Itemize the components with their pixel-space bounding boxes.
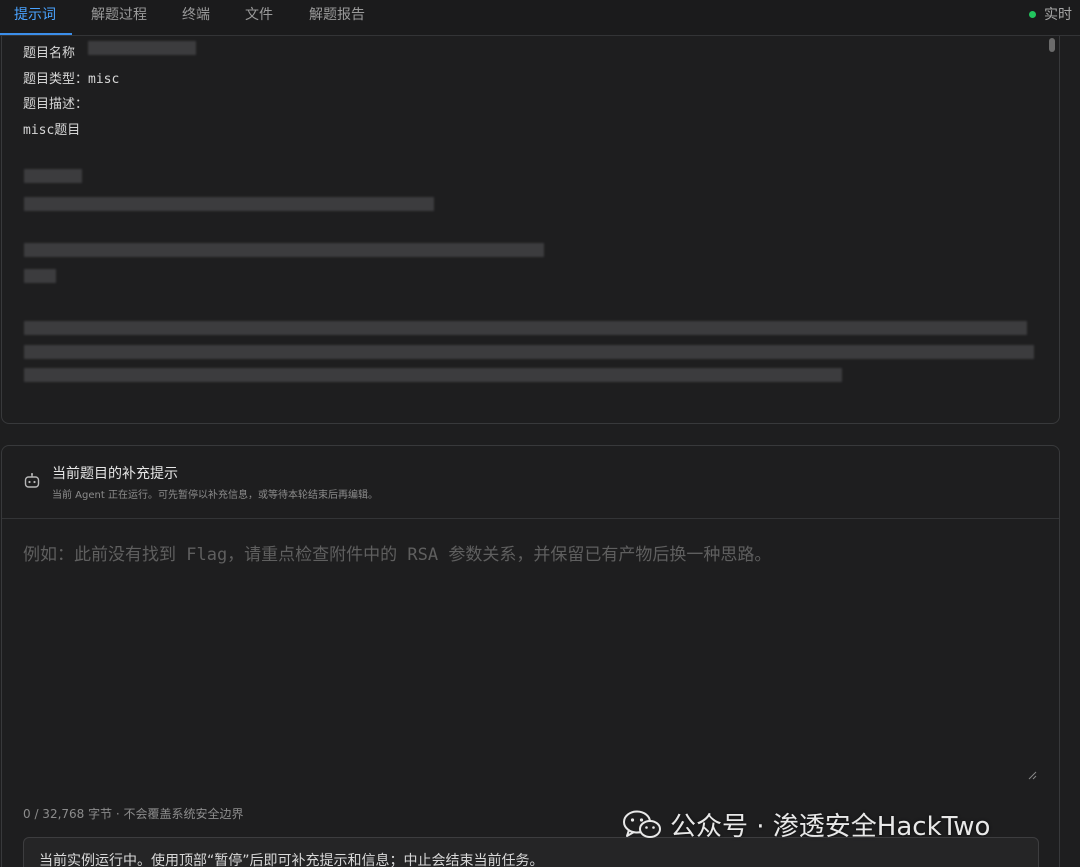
prompt-panel: 题目名称 题目类型：misc 题目描述： misc题目 xyxy=(1,36,1060,424)
tab-terminal[interactable]: 终端 xyxy=(182,4,210,24)
redacted-block xyxy=(24,243,544,257)
watermark: 公众号 · 渗透安全HackTwo xyxy=(622,806,990,843)
live-status-label: 实时 xyxy=(1044,7,1072,23)
live-status-dot xyxy=(1029,10,1036,18)
prompt-scrollbar[interactable] xyxy=(1049,38,1055,52)
prompt-line-desc: 题目描述： xyxy=(23,97,89,112)
active-tab-indicator xyxy=(0,33,72,35)
redacted-block xyxy=(24,321,1027,335)
redacted-block xyxy=(24,169,82,183)
redacted-block xyxy=(24,368,842,382)
wechat-icon xyxy=(623,810,661,838)
prompt-line-type: 题目类型：misc xyxy=(23,72,120,87)
prompt-line-name: 题目名称 xyxy=(23,46,76,61)
tab-bar: 提示词 解题过程 终端 文件 解题报告 实时 xyxy=(0,0,1080,36)
redacted-block xyxy=(24,345,1034,359)
live-status: 实时 xyxy=(1029,4,1072,24)
supplement-subtitle: 当前 Agent 正在运行。可先暂停以补充信息，或等待本轮结束后再编辑。 xyxy=(52,490,378,501)
tab-report[interactable]: 解题报告 xyxy=(309,4,365,24)
resize-handle-icon[interactable] xyxy=(1027,770,1037,780)
robot-icon xyxy=(24,473,40,488)
supplement-title: 当前题目的补充提示 xyxy=(52,466,178,482)
running-notice-text: 当前实例运行中。使用顶部“暂停”后即可补充提示和信息；中止会结束当前任务。 xyxy=(39,853,544,867)
prompt-line-body: misc题目 xyxy=(23,123,81,138)
redacted-block xyxy=(24,197,434,211)
supplement-panel: 当前题目的补充提示 当前 Agent 正在运行。可先暂停以补充信息，或等待本轮结… xyxy=(1,445,1060,867)
redacted-block xyxy=(24,269,56,283)
tab-prompt[interactable]: 提示词 xyxy=(14,4,56,24)
supplement-input[interactable] xyxy=(2,519,1059,789)
tab-files[interactable]: 文件 xyxy=(245,4,273,24)
redacted-block xyxy=(88,41,196,55)
byte-counter: 0 / 32,768 字节 · 不会覆盖系统安全边界 xyxy=(23,807,244,821)
watermark-text: 公众号 · 渗透安全HackTwo xyxy=(670,812,991,842)
tab-solving-process[interactable]: 解题过程 xyxy=(91,4,147,24)
